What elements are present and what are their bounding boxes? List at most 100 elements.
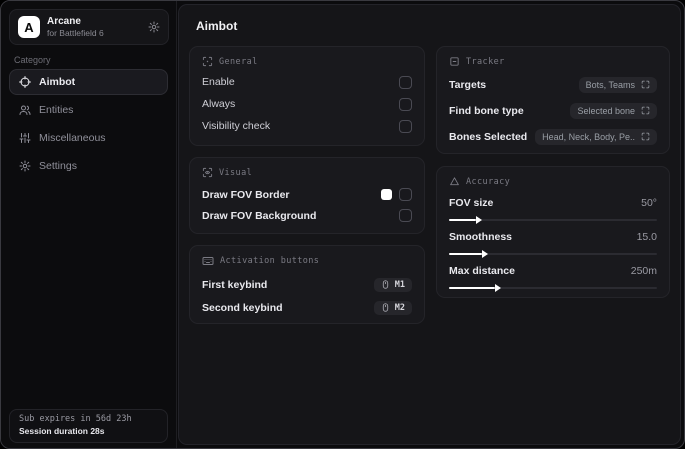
setting-label: Always xyxy=(202,98,236,110)
gear-icon xyxy=(19,160,31,172)
select-value: Bots, Teams xyxy=(585,79,635,90)
app-subtitle: for Battlefield 6 xyxy=(47,27,104,38)
setting-label: Smoothness xyxy=(449,231,513,243)
slider-thumb[interactable] xyxy=(476,216,483,224)
keybind-value: M2 xyxy=(394,302,405,313)
sidebar-item-label: Entities xyxy=(39,104,74,116)
setting-row-visibility-check: Visibility check xyxy=(202,115,412,137)
panel-activation-header: Activation buttons xyxy=(202,255,412,267)
sidebar: A Arcane for Battlefield 6 Category Aimb… xyxy=(1,1,177,448)
slider-thumb[interactable] xyxy=(482,250,489,258)
smoothness-value: 15.0 xyxy=(636,231,657,243)
slider-head: Smoothness 15.0 xyxy=(449,230,657,244)
sidebar-item-label: Settings xyxy=(39,160,77,172)
find-bone-type-select[interactable]: Selected bone xyxy=(570,102,657,119)
app-logo: A xyxy=(18,16,40,38)
panel-accuracy: Accuracy FOV size 50° Smoothness 15.0 Ma… xyxy=(436,166,670,298)
page-title: Aimbot xyxy=(196,19,238,33)
setting-row-first-keybind: First keybind M1 xyxy=(202,274,412,295)
setting-label: Find bone type xyxy=(449,104,524,117)
sidebar-item-entities[interactable]: Entities xyxy=(9,97,168,123)
panel-visual-header: Visual xyxy=(202,167,412,178)
panel-title-label: Accuracy xyxy=(466,176,511,187)
setting-label: First keybind xyxy=(202,278,268,291)
app-header-card: A Arcane for Battlefield 6 xyxy=(9,9,169,45)
mouse-icon xyxy=(381,303,390,312)
session-duration-text: Session duration 28s xyxy=(19,426,105,436)
triangle-icon xyxy=(449,176,460,187)
setting-row-second-keybind: Second keybind M2 xyxy=(202,297,412,318)
sliders-icon xyxy=(19,132,31,144)
sidebar-item-miscellaneous[interactable]: Miscellaneous xyxy=(9,125,168,151)
panel-general: General Enable Always Visibility check xyxy=(189,46,425,146)
square-minus-icon xyxy=(449,56,460,67)
expand-icon xyxy=(641,80,650,89)
sidebar-item-settings[interactable]: Settings xyxy=(9,153,168,179)
panel-tracker-header: Tracker xyxy=(449,56,657,67)
setting-label: Targets xyxy=(449,78,487,91)
panel-accuracy-header: Accuracy xyxy=(449,176,657,187)
panel-visual: Visual Draw FOV Border Draw FOV Backgrou… xyxy=(189,157,425,234)
slider-thumb[interactable] xyxy=(494,284,501,292)
targets-select[interactable]: Bots, Teams xyxy=(578,76,657,93)
keybind-value: M1 xyxy=(394,279,405,290)
max-distance-slider[interactable] xyxy=(449,284,657,292)
setting-row-enable: Enable xyxy=(202,71,412,93)
setting-row-draw-fov-background: Draw FOV Background xyxy=(202,205,412,226)
smoothness-setting: Smoothness 15.0 xyxy=(449,230,657,258)
max-distance-setting: Max distance 250m xyxy=(449,264,657,292)
setting-label: Second keybind xyxy=(202,301,283,314)
slider-fill xyxy=(449,250,489,258)
always-checkbox[interactable] xyxy=(399,97,412,111)
sidebar-item-aimbot[interactable]: Aimbot xyxy=(9,69,168,95)
setting-row-bones-selected: Bones Selected Head, Neck, Body, Pe.. xyxy=(449,124,657,149)
keyboard-icon xyxy=(202,255,214,267)
bones-selected-select[interactable]: Head, Neck, Body, Pe.. xyxy=(535,128,657,145)
setting-label: Max distance xyxy=(449,265,515,277)
category-label: Category xyxy=(14,55,51,65)
fov-size-value: 50° xyxy=(641,197,657,209)
panel-title-label: General xyxy=(219,56,258,67)
setting-label: Draw FOV Background xyxy=(202,209,317,222)
setting-controls xyxy=(381,188,412,201)
setting-row-always: Always xyxy=(202,93,412,115)
panel-tracker: Tracker Targets Bots, Teams Find bone ty… xyxy=(436,46,670,154)
subscription-card: Sub expires in 56d 23h Session duration … xyxy=(9,409,168,443)
draw-fov-border-checkbox[interactable] xyxy=(399,188,412,201)
draw-fov-background-checkbox[interactable] xyxy=(399,209,412,222)
app-name: Arcane xyxy=(47,15,81,27)
setting-label: Visibility check xyxy=(202,120,271,132)
crosshair-icon xyxy=(19,76,31,88)
select-value: Selected bone xyxy=(577,105,635,116)
setting-label: Draw FOV Border xyxy=(202,188,290,201)
mouse-icon xyxy=(381,280,390,289)
slider-head: Max distance 250m xyxy=(449,264,657,278)
expand-icon xyxy=(641,106,650,115)
setting-label: FOV size xyxy=(449,197,494,209)
panel-title-label: Tracker xyxy=(466,56,505,67)
slider-fill xyxy=(449,284,501,292)
fov-border-color-swatch[interactable] xyxy=(381,189,392,200)
enable-checkbox[interactable] xyxy=(399,75,412,89)
smoothness-slider[interactable] xyxy=(449,250,657,258)
gear-icon[interactable] xyxy=(148,21,160,33)
setting-row-targets: Targets Bots, Teams xyxy=(449,72,657,97)
panel-general-header: General xyxy=(202,56,412,67)
setting-label: Bones Selected xyxy=(449,130,528,143)
slider-fill xyxy=(449,216,483,224)
expand-icon xyxy=(641,132,650,141)
scan-eye-icon xyxy=(202,167,213,178)
setting-row-find-bone-type: Find bone type Selected bone xyxy=(449,98,657,123)
app-window: A Arcane for Battlefield 6 Category Aimb… xyxy=(0,0,685,449)
setting-label: Enable xyxy=(202,76,235,88)
second-keybind-button[interactable]: M2 xyxy=(373,300,412,315)
fov-size-slider[interactable] xyxy=(449,216,657,224)
first-keybind-button[interactable]: M1 xyxy=(373,277,412,292)
visibility-check-checkbox[interactable] xyxy=(399,119,412,133)
sub-expiry-text: Sub expires in 56d 23h xyxy=(19,414,132,424)
setting-row-draw-fov-border: Draw FOV Border xyxy=(202,184,412,205)
scan-icon xyxy=(202,56,213,67)
sidebar-item-label: Miscellaneous xyxy=(39,132,106,144)
max-distance-value: 250m xyxy=(630,265,657,277)
sidebar-item-label: Aimbot xyxy=(39,76,76,88)
